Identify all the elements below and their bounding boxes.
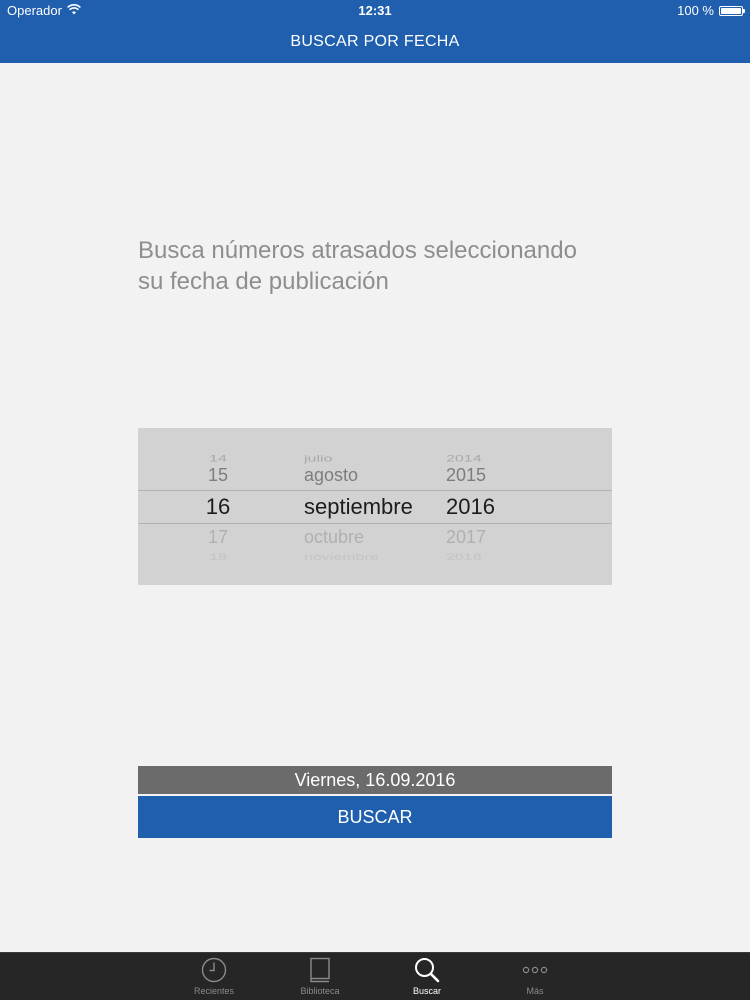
status-bar: Operador 12:31 100 % [0,0,750,22]
tab-biblioteca[interactable]: Biblioteca [275,955,365,999]
battery-icon [719,5,745,16]
picker-row[interactable]: 15 agosto 2015 [138,465,612,495]
tab-buscar[interactable]: Buscar [382,955,472,999]
prompt-line-2: su fecha de publicación [138,268,389,295]
selected-date-label: Viernes, 16.09.2016 [138,766,612,794]
picker-year-selected[interactable]: 2016 [446,494,495,520]
top-bar: Operador 12:31 100 % BUSCAR POR FECHA [0,0,750,63]
tab-label-buscar: Buscar [412,986,441,996]
picker-day-selected[interactable]: 16 [188,494,248,520]
battery-label: 100 % [677,3,714,18]
picker-year[interactable]: 2014 [446,455,482,465]
tab-label-recientes: Recientes [193,986,235,996]
search-prompt: Busca números atrasados seleccionando su… [138,235,658,297]
page-title: BUSCAR POR FECHA [290,33,460,50]
picker-day[interactable]: 17 [188,527,248,548]
status-right: 100 % [677,3,745,18]
more-icon [522,966,548,974]
status-time: 12:31 [358,3,392,18]
tab-mas[interactable]: Más [490,955,580,999]
clock-icon [201,957,227,983]
search-icon [415,958,440,983]
picker-day[interactable]: 15 [188,465,248,486]
picker-year[interactable]: 2015 [446,465,486,486]
picker-day[interactable]: 18 [188,553,248,563]
tab-label-mas: Más [526,986,544,996]
picker-row-selected[interactable]: 16 septiembre 2016 [138,494,612,524]
picker-year[interactable]: 2017 [446,527,486,548]
picker-month[interactable]: julio [304,455,332,465]
prompt-line-1: Busca números atrasados seleccionando [138,237,577,264]
picker-day[interactable]: 14 [188,455,248,465]
picker-year[interactable]: 2018 [446,553,482,563]
picker-month[interactable]: octubre [304,527,364,548]
picker-month[interactable]: agosto [304,465,358,486]
picker-row[interactable]: 18 noviembre 2018 [138,553,612,570]
date-picker[interactable]: 14 julio 2014 15 agosto 2015 16 septiemb… [138,428,612,585]
tab-bar: Recientes Biblioteca Buscar Más [0,952,750,1000]
picker-month-selected[interactable]: septiembre [304,494,413,520]
search-button[interactable]: BUSCAR [138,796,612,838]
picker-month[interactable]: noviembre [304,553,379,563]
tab-recientes[interactable]: Recientes [169,955,259,999]
book-icon [310,957,330,983]
tab-label-biblioteca: Biblioteca [300,986,340,996]
